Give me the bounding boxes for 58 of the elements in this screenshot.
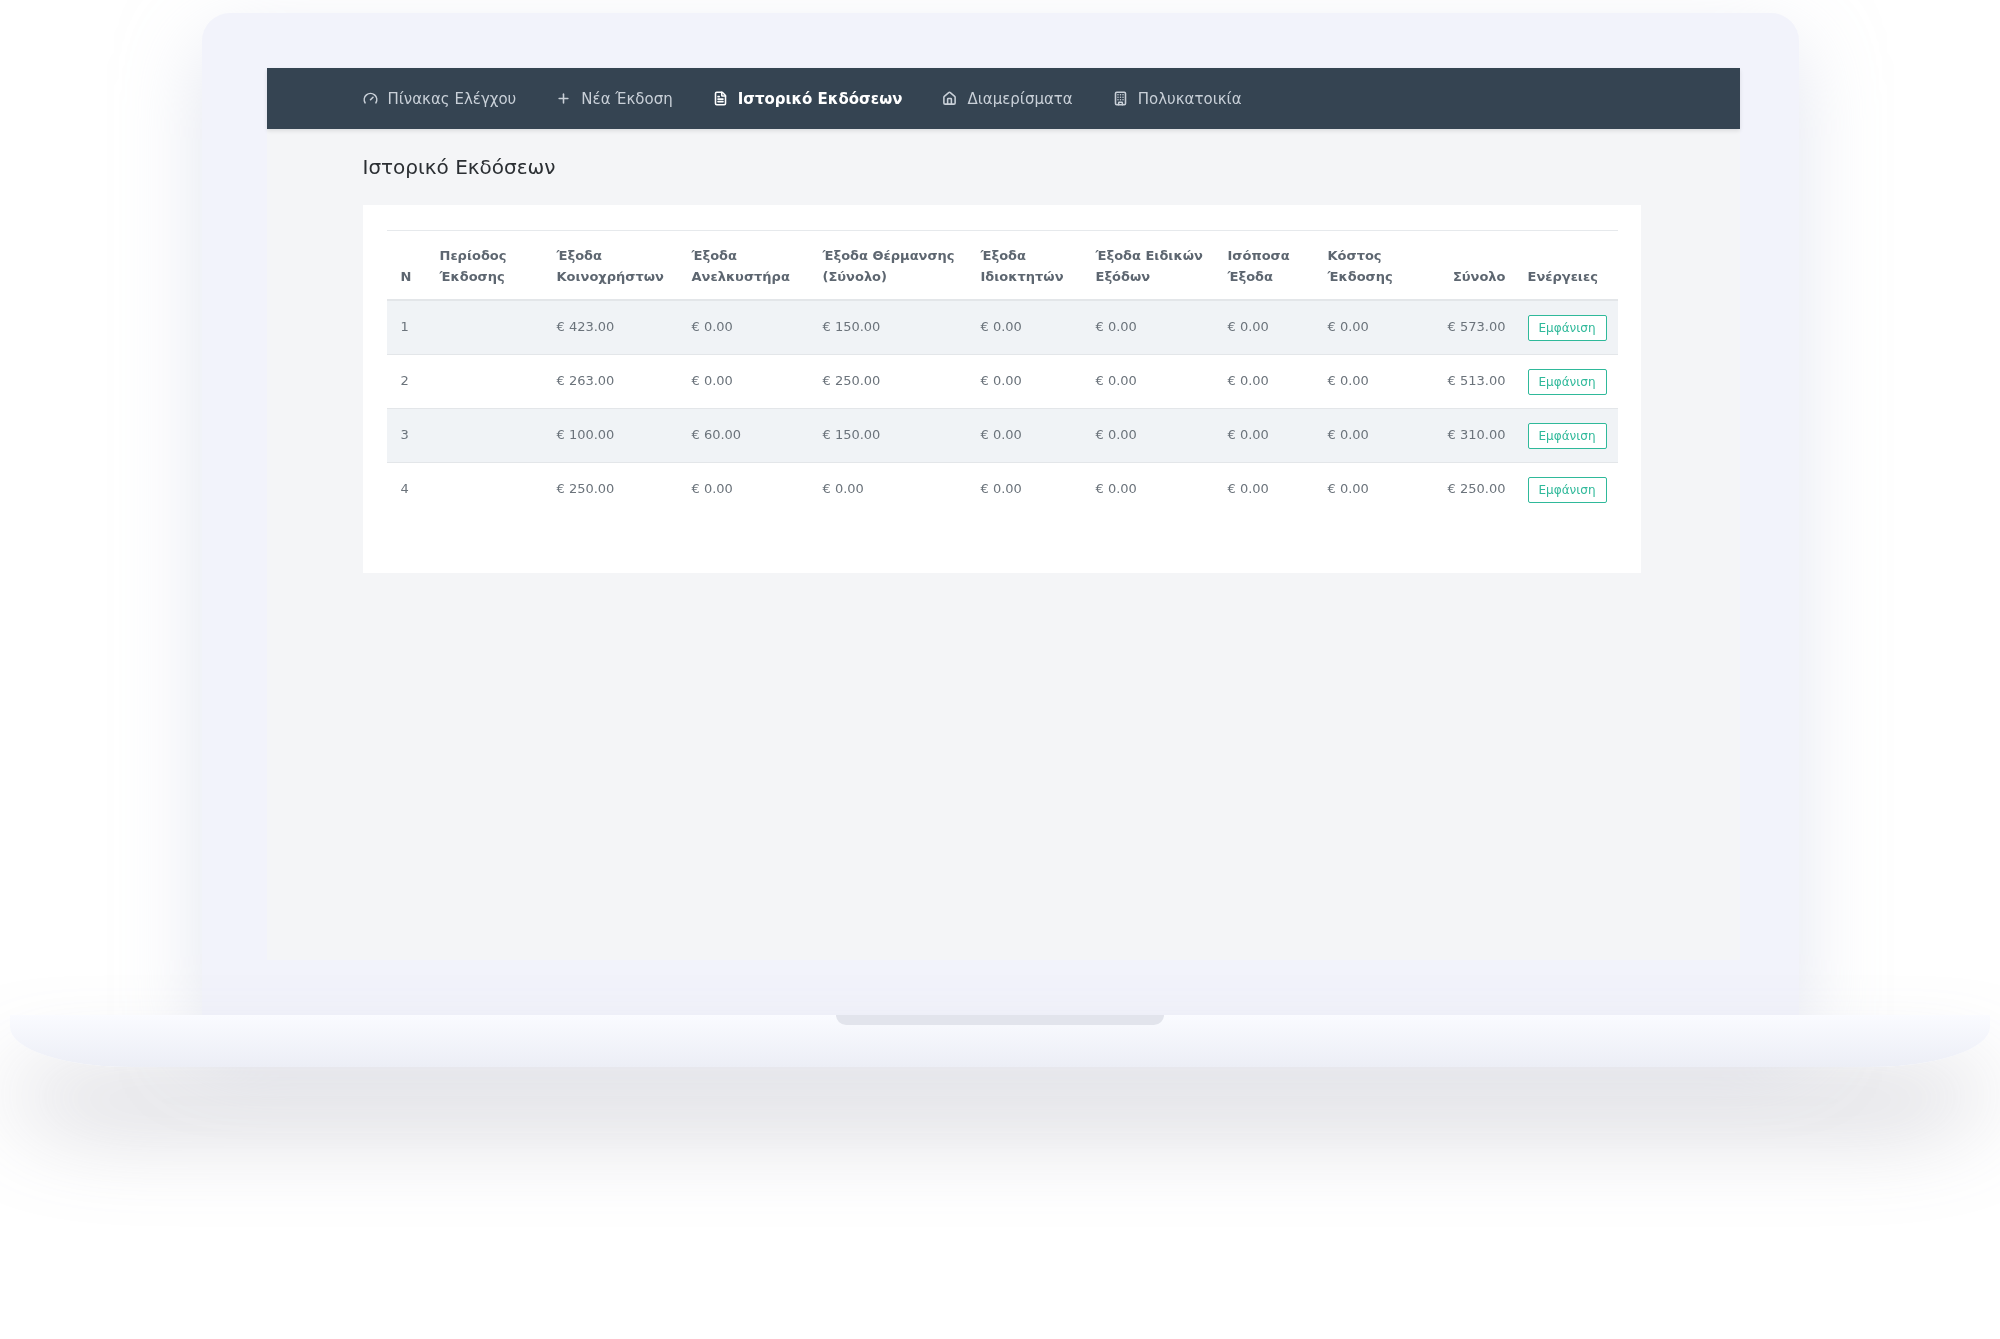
table-cell: € 250.00 (1447, 481, 1506, 496)
table-cell: € 150.00 (822, 427, 881, 442)
table-cell: € 250.00 (556, 481, 615, 496)
gauge-icon (362, 91, 378, 106)
table-cell: € 0.00 (1227, 427, 1269, 442)
column-header: Έξοδα Ειδικών Εξόδων (1095, 248, 1203, 284)
column-header: Έξοδα Ανελκυστήρα (691, 248, 790, 284)
column-header: Ενέργειες (1527, 269, 1598, 284)
table-cell: € 513.00 (1447, 373, 1506, 388)
table-cell: € 263.00 (556, 373, 615, 388)
column-header: Έξοδα Ιδιοκτητών (980, 248, 1064, 284)
table-cell: € 0.00 (1095, 481, 1137, 496)
table-cell: € 100.00 (556, 427, 615, 442)
building-icon (1112, 91, 1128, 106)
nav-link[interactable]: Πίνακας Ελέγχου (362, 89, 517, 108)
table-cell: 1 (400, 319, 409, 334)
table-cell: € 0.00 (980, 373, 1022, 388)
page-title: Ιστορικό Εκδόσεων (362, 155, 557, 179)
table-cell: € 150.00 (822, 319, 881, 334)
table-cell: € 60.00 (691, 427, 742, 442)
house-icon (942, 91, 958, 106)
column-header: Ισόποσα Έξοδα (1227, 248, 1290, 284)
table-cell: 3 (400, 427, 409, 442)
table-cell: € 250.00 (822, 373, 881, 388)
nav-link[interactable]: Διαμερίσματα (942, 89, 1073, 108)
table-cell: € 0.00 (1327, 427, 1369, 442)
table-cell: € 0.00 (1227, 373, 1269, 388)
table-cell: € 0.00 (980, 319, 1022, 334)
table-cell: € 0.00 (1327, 481, 1369, 496)
table-cell: € 0.00 (1095, 373, 1137, 388)
table-cell: € 0.00 (1095, 427, 1137, 442)
table-cell: € 0.00 (1095, 319, 1137, 334)
nav-link[interactable]: Νέα Έκδοση (556, 89, 673, 108)
column-header: Σύνολο (1452, 269, 1506, 284)
column-header: Έξοδα Κοινοχρήστων (556, 248, 664, 284)
nav-link[interactable]: Πολυκατοικία (1112, 89, 1242, 108)
column-header: Περίοδος Έκδοσης (439, 248, 507, 284)
column-header: Κόστος Έκδοσης (1327, 248, 1393, 284)
table-cell: € 310.00 (1447, 427, 1506, 442)
column-header: Έξοδα Θέρμανσης (Σύνολο) (822, 248, 955, 284)
document-icon (712, 91, 728, 106)
table-cell: 4 (400, 481, 409, 496)
table-cell: € 0.00 (980, 427, 1022, 442)
table-cell: € 0.00 (1227, 319, 1269, 334)
table-cell: € 423.00 (556, 319, 615, 334)
table-cell: € 0.00 (980, 481, 1022, 496)
table-cell: € 0.00 (822, 481, 864, 496)
table-cell: 2 (400, 373, 409, 388)
table-cell: € 0.00 (1327, 319, 1369, 334)
table-cell: € 573.00 (1447, 319, 1506, 334)
column-header: N (400, 269, 412, 284)
table-cell: € 0.00 (691, 319, 733, 334)
table-cell: € 0.00 (1327, 373, 1369, 388)
table-cell: € 0.00 (1227, 481, 1269, 496)
table-cell: € 0.00 (691, 481, 733, 496)
table-cell: € 0.00 (691, 373, 733, 388)
plus-icon (556, 91, 572, 106)
nav-link[interactable]: Ιστορικό Εκδόσεων (712, 89, 903, 108)
